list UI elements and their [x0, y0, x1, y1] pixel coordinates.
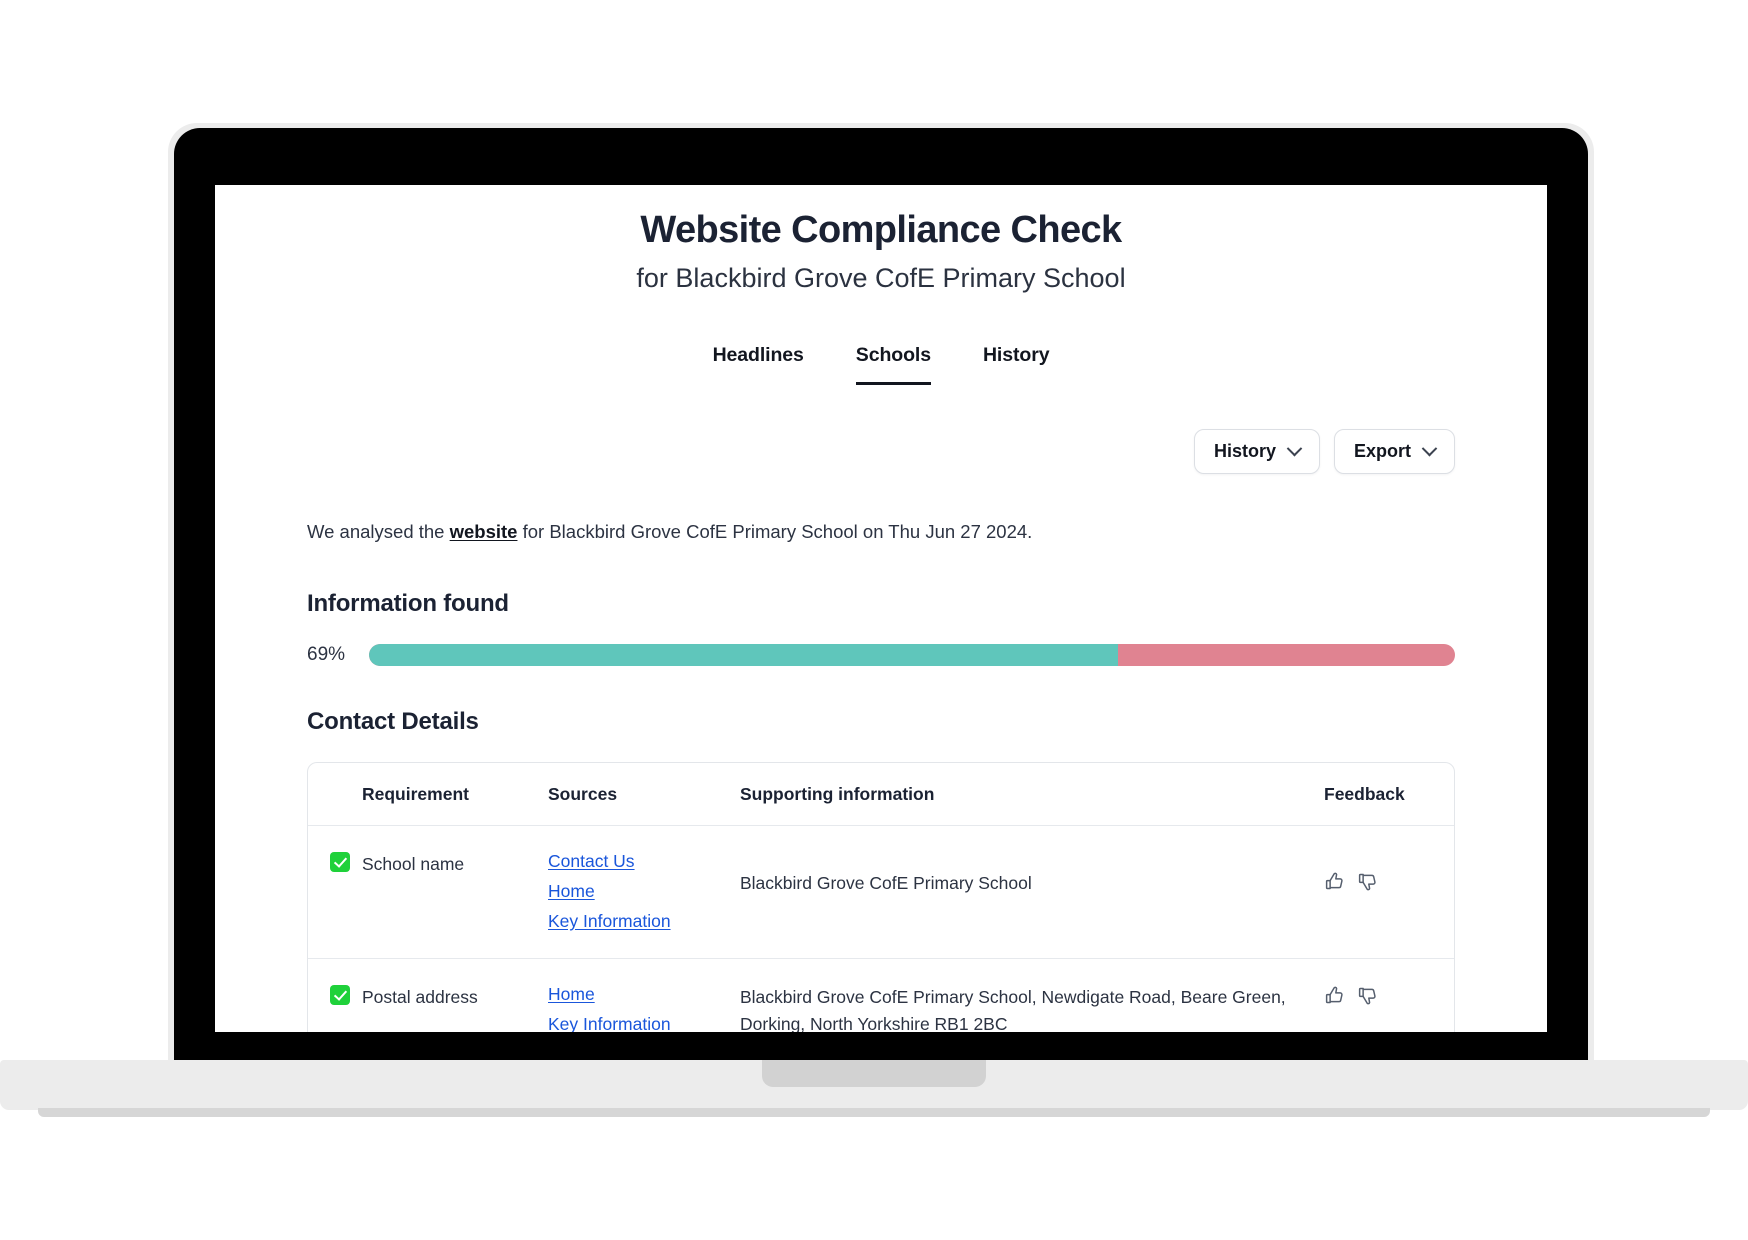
- header-sources: Sources: [548, 783, 618, 804]
- laptop-trackpad-notch: [762, 1060, 986, 1087]
- source-link[interactable]: Key Information: [548, 1014, 740, 1032]
- information-found-heading: Information found: [307, 589, 509, 617]
- contact-details-heading: Contact Details: [307, 707, 479, 735]
- header-supporting-information: Supporting information: [740, 783, 935, 804]
- tab-headlines[interactable]: Headlines: [713, 344, 804, 385]
- row-feedback: [1324, 984, 1454, 1006]
- thumbs-down-icon[interactable]: [1357, 871, 1378, 892]
- laptop-mockup-scene: Website Compliance Check for Blackbird G…: [0, 0, 1748, 1240]
- table-row: Postal address Home Key Information Blac…: [308, 957, 1454, 1032]
- analysis-prefix: We analysed the: [307, 521, 450, 542]
- row-status: [308, 984, 362, 1010]
- row-feedback: [1324, 851, 1454, 892]
- chevron-down-icon: [1421, 440, 1438, 457]
- main-tabs: Headlines Schools History: [215, 344, 1547, 385]
- export-button[interactable]: Export: [1333, 429, 1455, 474]
- export-button-label: Export: [1353, 441, 1411, 461]
- source-link[interactable]: Key Information: [548, 911, 740, 932]
- progress-bar-track: [369, 643, 1455, 666]
- table-row: School name Contact Us Home Key Informat…: [308, 824, 1454, 958]
- source-link[interactable]: Contact Us: [548, 851, 740, 872]
- thumbs-up-icon[interactable]: [1324, 985, 1345, 1006]
- laptop-foot-shadow: [38, 1108, 1710, 1117]
- analysis-summary: We analysed the website for Blackbird Gr…: [307, 518, 1455, 546]
- app-page: Website Compliance Check for Blackbird G…: [215, 209, 1547, 1032]
- history-button-label: History: [1213, 441, 1276, 461]
- page-subtitle: for Blackbird Grove CofE Primary School: [636, 263, 1126, 293]
- header-feedback: Feedback: [1324, 783, 1405, 804]
- progress-bar-fill: [369, 643, 1119, 666]
- table-header: Requirement Sources Supporting informati…: [308, 763, 1454, 825]
- analysis-suffix: for Blackbird Grove CofE Primary School …: [517, 521, 1033, 542]
- tab-history[interactable]: History: [983, 344, 1050, 385]
- laptop-screen: Website Compliance Check for Blackbird G…: [215, 185, 1547, 1032]
- header-requirement: Requirement: [362, 783, 469, 804]
- chevron-down-icon: [1286, 440, 1303, 457]
- row-status: [308, 851, 362, 877]
- row-supporting-information: Blackbird Grove CofE Primary School, New…: [740, 986, 1286, 1032]
- information-found-progress: 69%: [307, 643, 1455, 666]
- row-requirement: Postal address: [362, 986, 478, 1007]
- thumbs-down-icon[interactable]: [1357, 985, 1378, 1006]
- row-sources: Contact Us Home Key Information: [548, 851, 740, 932]
- row-sources: Home Key Information: [548, 984, 740, 1032]
- green-check-icon: [330, 984, 350, 1005]
- thumbs-up-icon[interactable]: [1324, 871, 1345, 892]
- source-link[interactable]: Home: [548, 881, 740, 902]
- green-check-icon: [330, 851, 350, 872]
- tab-schools[interactable]: Schools: [855, 344, 931, 385]
- source-link[interactable]: Home: [548, 984, 740, 1005]
- toolbar: History Export: [215, 429, 1547, 474]
- main-content: We analysed the website for Blackbird Gr…: [215, 518, 1547, 1032]
- contact-details-table: Requirement Sources Supporting informati…: [307, 761, 1455, 1032]
- page-title: Website Compliance Check: [640, 209, 1122, 251]
- history-button[interactable]: History: [1193, 429, 1320, 474]
- website-link[interactable]: website: [450, 521, 518, 542]
- progress-percent-label: 69%: [307, 643, 346, 665]
- row-requirement: School name: [362, 853, 465, 874]
- row-supporting-information: Blackbird Grove CofE Primary School: [740, 872, 1032, 893]
